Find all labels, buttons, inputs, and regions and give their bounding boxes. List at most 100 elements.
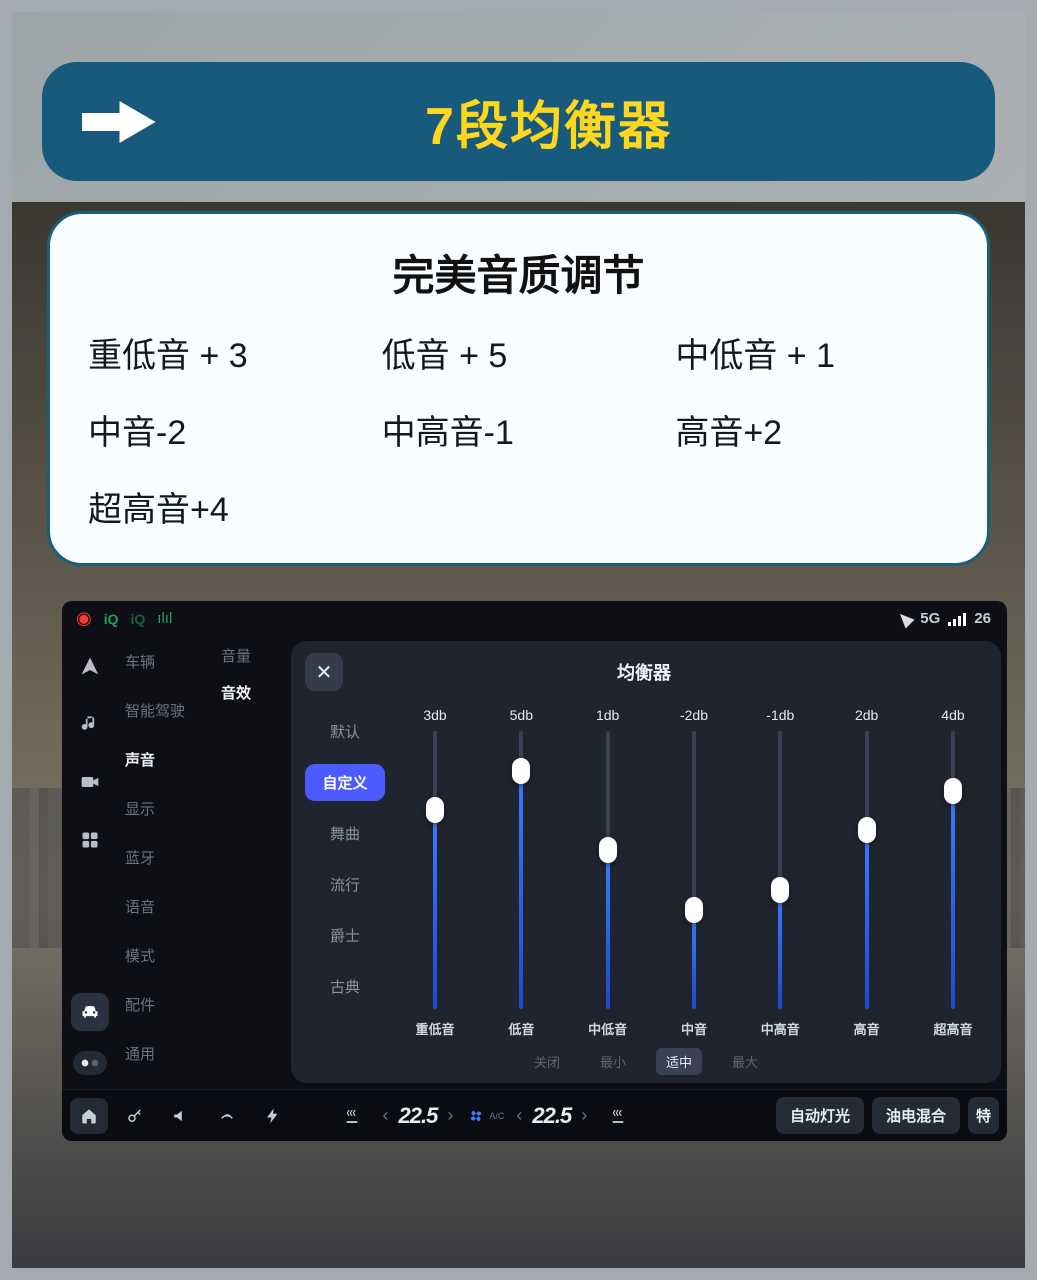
slider-track[interactable]	[606, 731, 610, 1009]
chip-mid[interactable]: 适中	[656, 1048, 702, 1075]
preset-jazz[interactable]: 爵士	[305, 917, 385, 954]
preset-dance[interactable]: 舞曲	[305, 815, 385, 852]
home-button[interactable]	[70, 1098, 108, 1134]
rail-music-icon[interactable]	[71, 705, 109, 743]
fan-center[interactable]: 自动 A/C A/C	[465, 1105, 504, 1127]
rail-toggle-icon[interactable]	[73, 1051, 107, 1075]
slider-db-label: 4db	[941, 707, 964, 723]
fan-hint: A/C	[489, 1111, 504, 1121]
slider-thumb[interactable]	[685, 897, 703, 923]
slider-db-label: 2db	[855, 707, 878, 723]
menu-item-accessory[interactable]: 配件	[117, 988, 221, 1021]
link-icon[interactable]	[208, 1098, 246, 1134]
info-item: 中音-2	[88, 405, 362, 454]
iq-badge-icon: iQ	[104, 611, 119, 627]
slider-db-label: -1db	[766, 707, 794, 723]
bottom-climate-bar: ‹ 22.5 › 自动 A/C A/C ‹ 22.5 › 自动灯光 油电混合 特	[62, 1089, 1007, 1141]
key-icon[interactable]	[116, 1098, 154, 1134]
seat-heat-right-icon[interactable]	[599, 1098, 637, 1134]
slider-thumb[interactable]	[771, 877, 789, 903]
slider-track[interactable]	[433, 731, 437, 1009]
seat-heat-left-icon[interactable]	[333, 1098, 371, 1134]
preset-pop[interactable]: 流行	[305, 866, 385, 903]
rail-car-icon[interactable]	[71, 993, 109, 1031]
eq-slider[interactable]: -1db中高音	[754, 707, 806, 1038]
slider-band-label: 低音	[508, 1019, 534, 1038]
slider-track[interactable]	[692, 731, 696, 1009]
title-banner: 7段均衡器	[42, 62, 995, 181]
slider-band-label: 高音	[854, 1019, 880, 1038]
slider-thumb[interactable]	[512, 758, 530, 784]
sound-submenu: 音量 音效	[221, 633, 291, 1089]
menu-item-vehicle[interactable]: 车辆	[117, 645, 221, 678]
status-extra: 26	[974, 610, 991, 627]
info-item: 低音 + 5	[382, 328, 656, 377]
slider-track[interactable]	[519, 731, 523, 1009]
info-item: 重低音 + 3	[88, 328, 362, 377]
eq-slider[interactable]: 5db 低音	[495, 707, 547, 1038]
preset-classic[interactable]: 古典	[305, 968, 385, 1005]
equalizer-title: 均衡器	[305, 659, 983, 685]
eq-slider[interactable]: -2db 中音	[668, 707, 720, 1038]
banner-title: 7段均衡器	[132, 84, 965, 159]
slider-band-label: 重低音	[415, 1019, 454, 1038]
slider-thumb[interactable]	[858, 817, 876, 843]
slider-thumb[interactable]	[599, 837, 617, 863]
chip-off[interactable]: 关闭	[524, 1048, 570, 1075]
info-card: 完美音质调节 重低音 + 3 低音 + 5 中低音 + 1 中音-2 中高音-1…	[47, 211, 990, 566]
eq-slider[interactable]: 2db 高音	[841, 707, 893, 1038]
iq-badge-icon: iQ	[131, 611, 146, 627]
extra-button[interactable]: 特	[968, 1097, 999, 1134]
eq-slider[interactable]: 4db 超高音	[927, 707, 979, 1038]
slider-band-label: 中音	[681, 1019, 707, 1038]
menu-item-display[interactable]: 显示	[117, 792, 221, 825]
slider-db-label: -2db	[680, 707, 708, 723]
auto-light-button[interactable]: 自动灯光	[776, 1097, 864, 1134]
rail-nav-icon[interactable]	[71, 647, 109, 685]
info-item: 超高音+4	[88, 482, 362, 531]
slider-band-label: 超高音	[933, 1019, 972, 1038]
info-item: 中低音 + 1	[675, 328, 949, 377]
signal-icon	[948, 612, 966, 626]
record-icon: ◉	[76, 608, 92, 629]
rail-apps-icon[interactable]	[71, 821, 109, 859]
slider-track[interactable]	[865, 731, 869, 1009]
temp-right-down[interactable]: ‹	[512, 1105, 526, 1126]
menu-item-mode[interactable]: 模式	[117, 939, 221, 972]
temp-left-up[interactable]: ›	[443, 1105, 457, 1126]
nav-rail	[62, 633, 117, 1089]
info-item: 高音+2	[675, 405, 949, 454]
info-item: 中高音-1	[382, 405, 656, 454]
preset-default[interactable]: 默认	[305, 713, 385, 750]
eq-slider[interactable]: 3db重低音	[409, 707, 461, 1038]
slider-thumb[interactable]	[426, 797, 444, 823]
network-label: 5G	[920, 610, 940, 627]
hybrid-button[interactable]: 油电混合	[872, 1097, 960, 1134]
submenu-volume[interactable]: 音量	[221, 645, 291, 666]
rail-video-icon[interactable]	[71, 763, 109, 801]
location-icon	[896, 609, 915, 628]
preset-custom[interactable]: 自定义	[305, 764, 385, 801]
submenu-effect[interactable]: 音效	[221, 682, 291, 703]
slider-track[interactable]	[951, 731, 955, 1009]
chip-min[interactable]: 最小	[590, 1048, 636, 1075]
horn-icon[interactable]	[162, 1098, 200, 1134]
menu-item-bluetooth[interactable]: 蓝牙	[117, 841, 221, 874]
eq-intensity-chips: 关闭 最小 适中 最大	[291, 1048, 1001, 1083]
info-grid: 重低音 + 3 低音 + 5 中低音 + 1 中音-2 中高音-1 高音+2 超…	[88, 328, 949, 531]
chip-max[interactable]: 最大	[722, 1048, 768, 1075]
temp-right-up[interactable]: ›	[577, 1105, 591, 1126]
slider-thumb[interactable]	[944, 778, 962, 804]
bolt-icon[interactable]	[254, 1098, 292, 1134]
temp-right-value: 22.5	[532, 1103, 571, 1129]
temp-left-down[interactable]: ‹	[379, 1105, 393, 1126]
arrow-right-icon	[82, 98, 157, 146]
menu-item-general[interactable]: 通用	[117, 1037, 221, 1070]
eq-slider[interactable]: 1db中低音	[582, 707, 634, 1038]
equalizer-modal: ✕ 均衡器 默认 自定义 舞曲 流行 爵士 古典 3db重低音5db低音1db中…	[291, 641, 1001, 1083]
slider-track[interactable]	[778, 731, 782, 1009]
menu-item-voice[interactable]: 语音	[117, 890, 221, 923]
slider-db-label: 5db	[510, 707, 533, 723]
menu-item-adas[interactable]: 智能驾驶	[117, 694, 221, 727]
menu-item-sound[interactable]: 声音	[117, 743, 221, 776]
